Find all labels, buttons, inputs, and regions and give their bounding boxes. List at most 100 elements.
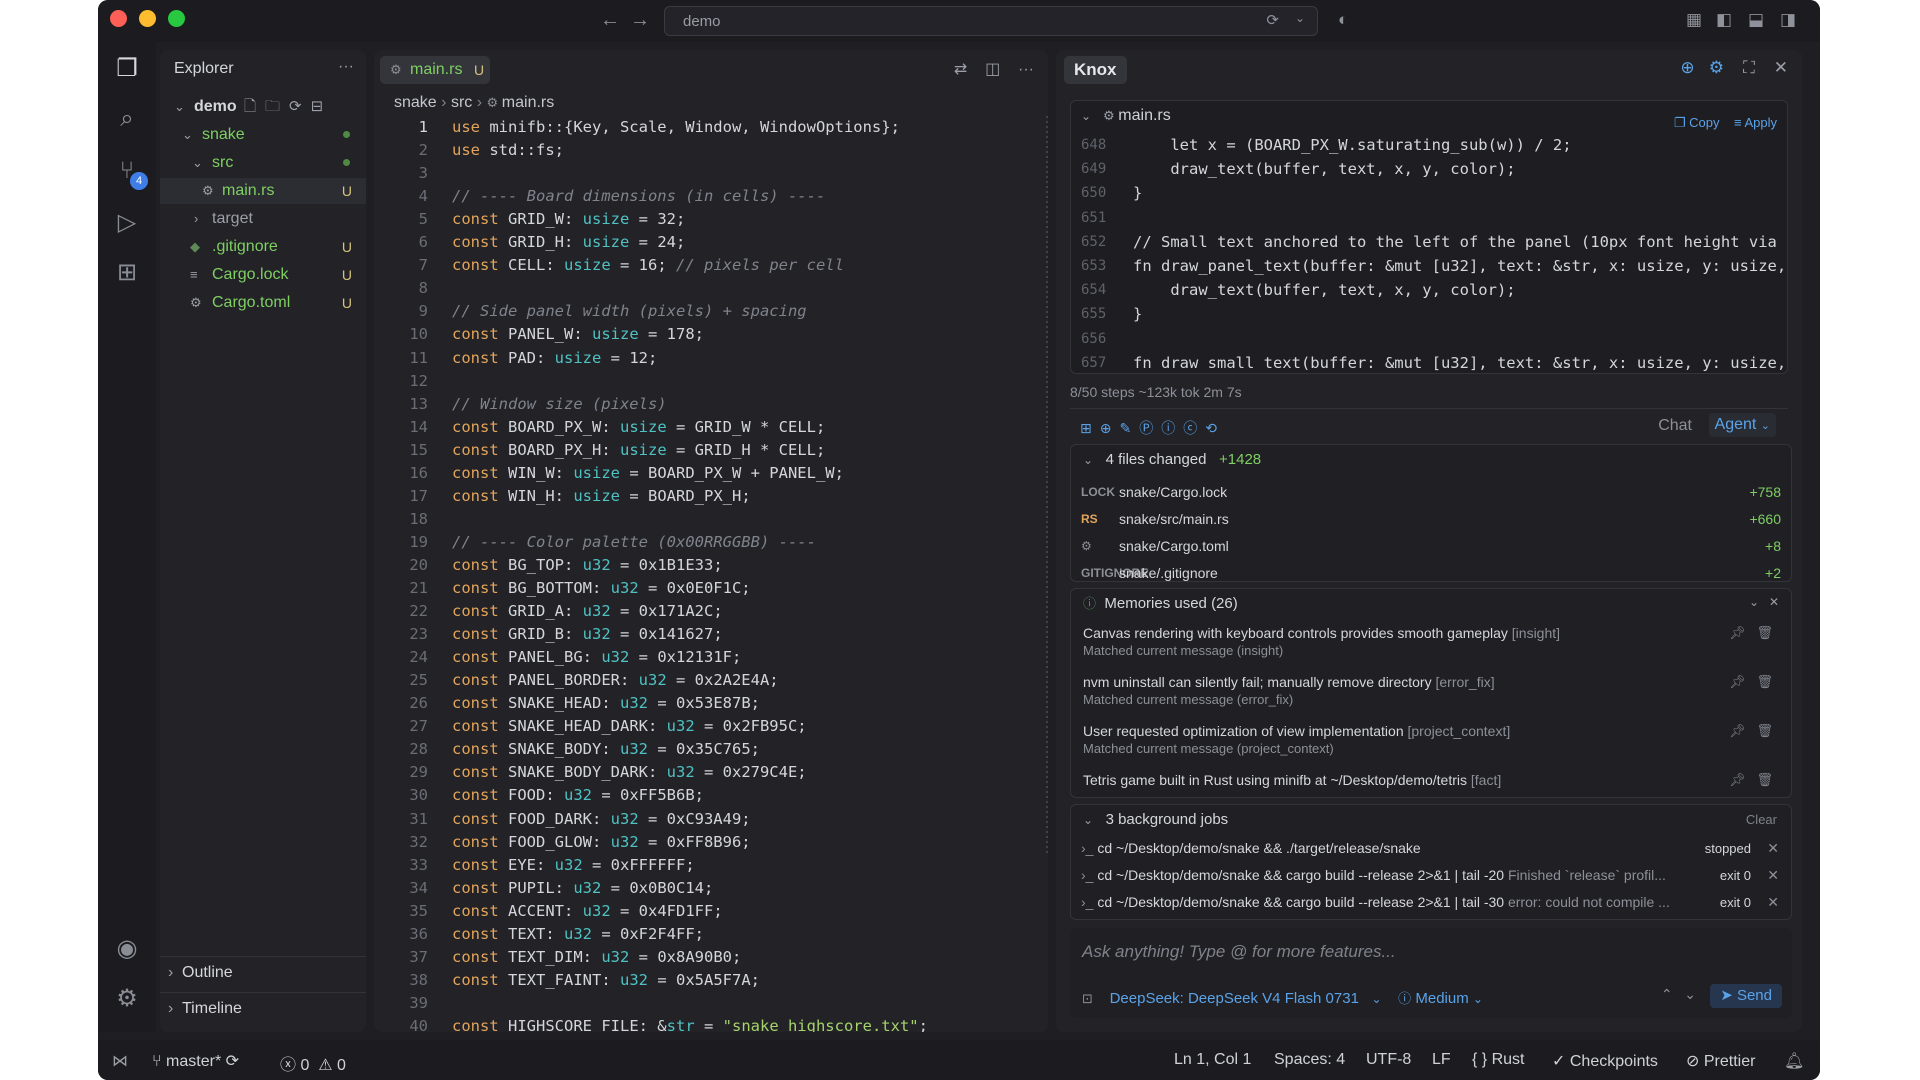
command-search-box[interactable]: demo ⟳ ⌄ (664, 6, 1318, 36)
memories-header[interactable]: ⓘ Memories used (26) (1083, 589, 1238, 619)
account-icon[interactable]: ◉ (112, 934, 142, 964)
code-line[interactable]: const GRID_A: u32 = 0x171A2C; (452, 600, 723, 623)
code-line[interactable]: const HIGHSCORE_FILE: &str = "snake_high… (452, 1015, 928, 1032)
code-line[interactable]: use minifb::{Key, Scale, Window, WindowO… (452, 116, 900, 139)
tree-item-snake[interactable]: ⌄ snake (160, 122, 366, 148)
code-line[interactable]: const BG_TOP: u32 = 0x1B1E33; (452, 554, 723, 577)
chat-input-box[interactable]: Ask anything! Type @ for more features..… (1070, 928, 1792, 1018)
timeline-section[interactable]: › Timeline (160, 992, 366, 1024)
close-window-button[interactable] (110, 10, 127, 27)
pin-icon[interactable]: 📌︎ (1729, 674, 1746, 689)
toggle-secondary-sidebar-icon[interactable]: ◨ (1780, 10, 1796, 30)
code-line[interactable]: // Window size (pixels) (452, 393, 667, 416)
run-debug-icon[interactable]: ▷ (112, 208, 142, 238)
trash-icon[interactable]: 🗑︎ (1756, 772, 1773, 787)
explorer-files-icon[interactable]: ❐ (112, 54, 142, 84)
back-arrow-icon[interactable]: ← (600, 9, 620, 32)
copy-button[interactable]: ❐ Copy (1674, 115, 1720, 130)
clear-jobs-button[interactable]: Clear (1746, 812, 1777, 827)
split-editor-icon[interactable]: ◫ (985, 61, 1000, 78)
code-line[interactable]: const PAD: usize = 12; (452, 347, 657, 370)
explorer-toolbar-icons[interactable]: 🗋🗀⟳⊟ (244, 94, 332, 120)
indentation[interactable]: Spaces: 4 (1274, 1051, 1345, 1069)
mode-chat[interactable]: Chat (1658, 417, 1692, 435)
code-line[interactable]: const SNAKE_HEAD: u32 = 0x53E87B; (452, 692, 760, 715)
checkpoints[interactable]: ✓ Checkpoints (1552, 1051, 1658, 1071)
background-job-row[interactable]: ›_ cd ~/Desktop/demo/snake && cargo buil… (1071, 889, 1793, 916)
chat-input-placeholder[interactable]: Ask anything! Type @ for more features..… (1082, 942, 1396, 962)
apply-button[interactable]: ≡ Apply (1734, 115, 1777, 130)
settings-gear-icon[interactable]: ⚙ (1709, 58, 1724, 77)
tab-main-rs[interactable]: ⚙ main.rs U (380, 56, 490, 84)
code-line[interactable]: const ACCENT: u32 = 0x4FD1FF; (452, 900, 723, 923)
close-icon[interactable]: ✕ (1769, 595, 1779, 609)
notifications-bell-icon[interactable]: 🔔︎ (1784, 1051, 1804, 1071)
code-line[interactable]: const SNAKE_BODY: u32 = 0x35C765; (452, 738, 760, 761)
code-line[interactable]: const SNAKE_HEAD_DARK: u32 = 0x2FB95C; (452, 715, 807, 738)
code-line[interactable]: const WIN_W: usize = BOARD_PX_W + PANEL_… (452, 462, 844, 485)
tree-item-src[interactable]: ⌄ src (160, 150, 366, 176)
minimize-window-button[interactable] (139, 10, 156, 27)
code-line[interactable]: // ---- Board dimensions (in cells) ---- (452, 185, 825, 208)
breadcrumb-item[interactable]: main.rs (502, 94, 554, 111)
trash-icon[interactable]: 🗑︎ (1756, 625, 1773, 640)
remote-icon[interactable]: ⋈ (112, 1051, 128, 1071)
memory-item[interactable]: Tetris game built in Rust using minifb a… (1083, 772, 1783, 788)
problems-indicator[interactable]: ⓧ 0 ⚠ 0 (280, 1051, 346, 1075)
background-job-row[interactable]: ›_ cd ~/Desktop/demo/snake && ./target/r… (1071, 835, 1793, 862)
tree-item-main-rs[interactable]: ⚙ main.rs U (160, 178, 366, 204)
model-selector[interactable]: ⊡ DeepSeek: DeepSeek V4 Flash 0731 ⌄ ⓘ M… (1082, 988, 1483, 1007)
changed-file-row[interactable]: LOCK snake/Cargo.lock +758 (1071, 479, 1793, 506)
mode-agent-select[interactable]: Agent ⌄ (1708, 413, 1776, 437)
code-line[interactable]: const PANEL_BORDER: u32 = 0x2A2E4A; (452, 669, 779, 692)
pin-icon[interactable]: 📌︎ (1729, 723, 1746, 738)
layout-grid-icon[interactable]: ▦ (1686, 10, 1702, 30)
history-arrows[interactable]: ⌃ ⌄ (1661, 986, 1696, 1003)
code-line[interactable]: const GRID_W: usize = 32; (452, 208, 685, 231)
code-area[interactable]: 1 use minifb::{Key, Scale, Window, Window… (374, 116, 934, 1032)
changed-file-row[interactable]: RS snake/src/main.rs +660 (1071, 506, 1793, 533)
code-line[interactable]: const SNAKE_BODY_DARK: u32 = 0x279C4E; (452, 761, 807, 784)
breadcrumb-item[interactable]: snake (394, 94, 437, 111)
changed-file-row[interactable]: GITIGNORE snake/.gitignore +2 (1071, 560, 1793, 587)
code-line[interactable]: const GRID_H: usize = 24; (452, 231, 685, 254)
cursor-position[interactable]: Ln 1, Col 1 (1174, 1051, 1251, 1069)
fullscreen-icon[interactable]: ⛶ (1743, 58, 1755, 77)
code-line[interactable]: const FOOD_GLOW: u32 = 0xFF8B96; (452, 831, 751, 854)
tree-item-cargo-lock[interactable]: ≡ Cargo.lock U (160, 262, 366, 288)
code-line[interactable]: const CELL: usize = 16; // pixels per ce… (452, 254, 844, 277)
effort-selector[interactable]: ⓘ Medium ⌄ (1398, 990, 1483, 1007)
globe-icon[interactable]: ⊕ (1680, 58, 1694, 77)
send-button[interactable]: ➤ Send (1710, 984, 1782, 1008)
agent-tool-icons[interactable]: ⊞⊕✎Ⓟⓘⓒ⟲ (1080, 418, 1225, 438)
code-line[interactable]: // ---- Color palette (0x00RRGGBB) ---- (452, 531, 816, 554)
memory-item[interactable]: User requested optimization of view impl… (1083, 723, 1783, 756)
language-mode[interactable]: { } Rust (1472, 1051, 1524, 1069)
tree-item-target[interactable]: › target (160, 206, 366, 232)
memory-item[interactable]: Canvas rendering with keyboard controls … (1083, 625, 1783, 658)
chevron-down-icon[interactable]: ⌄ (1081, 101, 1091, 131)
search-icon[interactable]: ⌕ (112, 104, 142, 134)
files-changed-header[interactable]: ⌄ 4 files changed +1428 (1083, 445, 1261, 475)
code-line[interactable]: const BOARD_PX_W: usize = GRID_W * CELL; (452, 416, 825, 439)
sync-icon[interactable]: ⟳ (1266, 11, 1279, 29)
code-line[interactable]: const GRID_B: u32 = 0x141627; (452, 623, 723, 646)
code-line[interactable]: use std::fs; (452, 139, 564, 162)
prettier[interactable]: ⊘ Prettier (1686, 1051, 1755, 1071)
toggle-panel-icon[interactable]: ⬓ (1748, 10, 1764, 30)
pin-icon[interactable]: 📌︎ (1729, 772, 1746, 787)
settings-gear-icon[interactable]: ⚙ (112, 984, 142, 1014)
close-icon[interactable]: ✕ (1767, 862, 1779, 889)
forward-arrow-icon[interactable]: → (630, 9, 650, 32)
pin-icon[interactable]: 📌︎ (1729, 625, 1746, 640)
chevron-down-icon[interactable]: ⌄ (1295, 11, 1305, 25)
chevron-down-icon[interactable]: ⌄ (1749, 595, 1759, 609)
breadcrumb-item[interactable]: src (451, 94, 472, 111)
background-jobs-header[interactable]: ⌄ 3 background jobs (1083, 805, 1228, 835)
code-line[interactable]: const BG_BOTTOM: u32 = 0x0E0F1C; (452, 577, 751, 600)
code-line[interactable]: const TEXT: u32 = 0xF2F4FF; (452, 923, 704, 946)
code-line[interactable]: const WIN_H: usize = BOARD_PX_H; (452, 485, 751, 508)
code-line[interactable]: const FOOD_DARK: u32 = 0xC93A49; (452, 808, 751, 831)
code-line[interactable]: // Side panel width (pixels) + spacing (452, 300, 807, 323)
close-icon[interactable]: ✕ (1767, 835, 1779, 862)
